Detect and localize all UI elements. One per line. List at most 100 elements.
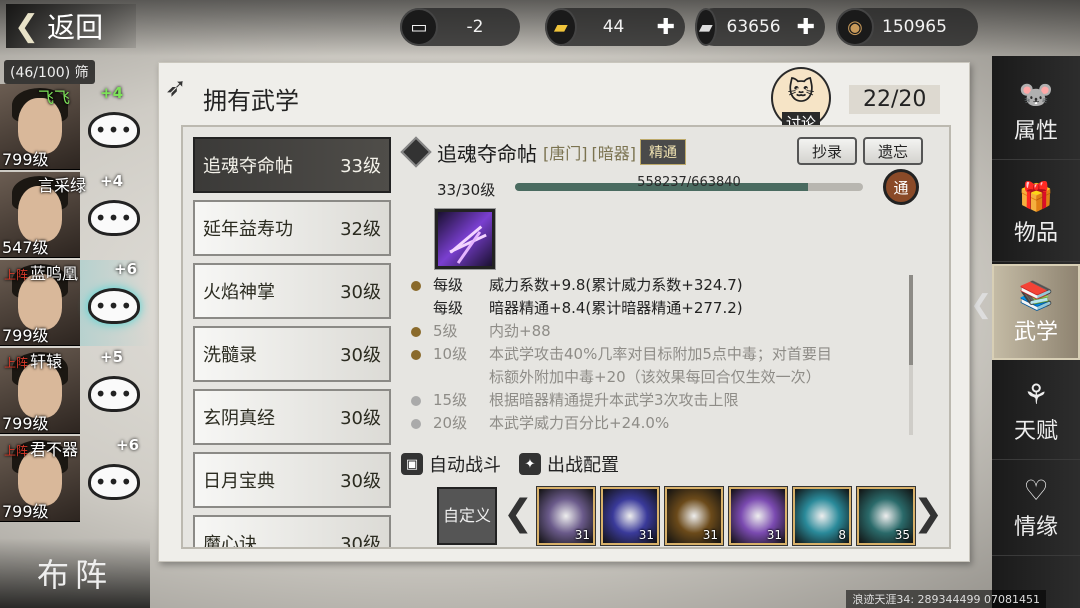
resource-value: -2 <box>466 17 484 37</box>
purple-flower-icon[interactable]: 31 <box>729 487 787 545</box>
hero-name: 君不器 <box>30 440 79 459</box>
hero-name: 轩辕 <box>30 352 63 371</box>
discuss-button[interactable]: 🐱 讨论 <box>771 67 831 133</box>
hero-name-row: 上阵 轩辕 <box>4 348 62 372</box>
chat-bubble-icon[interactable]: ••• <box>88 376 140 412</box>
skill-list-item[interactable]: 日月宝典 30级 <box>193 452 391 508</box>
slots-prev-arrow-icon[interactable]: ❮ <box>503 493 533 534</box>
skill-list[interactable]: 追魂夺命帖 33级 延年益寿功 32级 火焰神掌 30级 洗髓录 30级 玄阴真… <box>193 137 391 547</box>
skill-name: 追魂夺命帖 <box>203 156 293 177</box>
add-silver-button[interactable]: ✚ <box>797 15 815 40</box>
menu-items[interactable]: 🎁 物品 <box>992 166 1080 262</box>
hero-name-row: 上阵 君不器 <box>4 436 78 460</box>
menu-label: 物品 <box>1013 221 1058 246</box>
chat-bubble-icon[interactable]: ••• <box>88 200 140 236</box>
custom-config-button[interactable]: 自定义 <box>437 487 497 545</box>
skill-name: 日月宝典 <box>203 471 275 492</box>
hero-name: 蓝鸣凰 <box>30 264 79 283</box>
golden-blade-icon[interactable]: 31 <box>537 487 595 545</box>
slot-count: 31 <box>638 528 654 542</box>
right-menu: 🐭 属性 🎁 物品 📚 武学 ⚘ 天赋 ♡ 情缘 <box>992 56 1080 608</box>
hero-card[interactable]: 上阵 君不器 +6 799级 ••• <box>0 436 150 522</box>
effects-list[interactable]: 每级 威力系数+9.8(累计威力系数+324.7) 每级 暗器精通+8.4(累计… <box>409 275 919 435</box>
mastery-medal-icon[interactable]: 通 <box>883 169 919 205</box>
slot-count: 35 <box>894 528 910 542</box>
hero-level: 799级 <box>2 502 49 521</box>
mouse-icon: 🐭 <box>1018 78 1054 111</box>
skill-level: 33级 <box>340 156 381 177</box>
chat-bubble-icon[interactable]: ••• <box>88 112 140 148</box>
chevron-left-icon: ❮ <box>14 8 40 44</box>
battle-options-bar: ▣ 自动战斗 ✦ 出战配置 <box>401 449 941 479</box>
skill-level: 32级 <box>340 219 381 240</box>
slots-next-arrow-icon[interactable]: ❯ <box>913 493 943 534</box>
skill-list-item[interactable]: 延年益寿功 32级 <box>193 200 391 256</box>
effect-row: 20级 本武学威力百分比+24.0% <box>409 413 919 434</box>
menu-label: 属性 <box>1013 119 1058 144</box>
dark-blades-icon[interactable]: 31 <box>601 487 659 545</box>
chat-bubble-icon[interactable]: ••• <box>88 464 140 500</box>
auto-battle-label: 自动战斗 <box>429 455 501 476</box>
in-battle-tag: 上阵 <box>4 444 29 458</box>
skill-capacity: 22/20 <box>849 85 941 114</box>
gift-box-icon: 🎁 <box>1018 180 1054 213</box>
inner-panel: 追魂夺命帖 33级 延年益寿功 32级 火焰神掌 30级 洗髓录 30级 玄阴真… <box>181 125 951 549</box>
page-title: 拥有武学 <box>203 87 299 115</box>
auto-battle-toggle[interactable]: ▣ 自动战斗 <box>401 451 501 477</box>
menu-romance[interactable]: ♡ 情缘 <box>992 460 1080 556</box>
hero-card[interactable]: 飞飞 +4 799级 ••• <box>0 84 150 170</box>
throwing-blades-icon[interactable] <box>435 209 495 269</box>
grid-diamond-icon: ✦ <box>519 453 541 475</box>
team-count-filter[interactable]: (46/100) 筛 <box>4 60 95 84</box>
scrollbar-thumb[interactable] <box>909 275 913 365</box>
resource-value: 63656 <box>726 17 781 37</box>
slot-count: 31 <box>766 528 782 542</box>
effect-text: 标额外附加中毒+20（该效果每回合仅生效一次） <box>489 368 821 386</box>
skill-list-item[interactable]: 洗髓录 30级 <box>193 326 391 382</box>
warrior-icon[interactable]: 35 <box>857 487 915 545</box>
hero-bonus: +5 <box>100 348 124 366</box>
bullet-icon <box>411 396 421 406</box>
chat-bubble-icon[interactable]: ••• <box>88 288 140 324</box>
menu-attributes[interactable]: 🐭 属性 <box>992 64 1080 160</box>
effect-level: 每级 <box>433 299 464 317</box>
hero-bonus: +4 <box>100 172 124 190</box>
skill-level: 30级 <box>340 471 381 492</box>
hero-card[interactable]: 言采绿 +4 547级 ••• <box>0 172 150 258</box>
menu-label: 情缘 <box>1013 515 1058 540</box>
back-button[interactable]: ❮ 返回 <box>6 4 136 48</box>
menu-talent[interactable]: ⚘ 天赋 <box>992 364 1080 460</box>
hero-card[interactable]: 上阵 轩辕 +5 799级 ••• <box>0 348 150 434</box>
slot-count: 31 <box>574 528 590 542</box>
chevron-left-icon: ❮ <box>970 290 992 320</box>
effect-text: 内劲+88 <box>489 322 551 340</box>
battle-config-toggle[interactable]: ✦ 出战配置 <box>519 451 619 477</box>
light-burst-icon[interactable]: 8 <box>793 487 851 545</box>
hero-card[interactable]: 上阵 蓝鸣凰 +6 799级 ••• <box>0 260 150 346</box>
effects-scrollbar[interactable] <box>909 275 913 435</box>
hero-name-row: 上阵 蓝鸣凰 <box>4 260 78 284</box>
resource-gold: ▰ 44 ✚ <box>545 8 685 46</box>
forget-button[interactable]: 遗忘 <box>863 137 923 165</box>
battle-skill-slots: 31 31 31 31 8 35 <box>537 487 937 547</box>
formation-button[interactable]: 布阵 <box>0 538 150 608</box>
hero-column: (46/100) 筛 飞飞 +4 799级 ••• 言采绿 +4 547级 ••… <box>0 58 150 608</box>
copy-button[interactable]: 抄录 <box>797 137 857 165</box>
xp-text: 558237/663840 <box>637 175 741 190</box>
skill-list-item[interactable]: 火焰神掌 30级 <box>193 263 391 319</box>
resource-coin: ◉ 150965 <box>836 8 978 46</box>
skill-name: 魔心诀 <box>203 534 257 547</box>
battle-config-label: 出战配置 <box>547 455 619 476</box>
skill-detail: 追魂夺命帖 [唐门] [暗器] 精通 抄录 遗忘 33/30级 558237/6… <box>400 135 943 547</box>
skill-list-item[interactable]: 追魂夺命帖 33级 <box>193 137 391 193</box>
skill-name: 玄阴真经 <box>203 408 275 429</box>
menu-martial-arts[interactable]: 📚 武学 <box>992 264 1080 360</box>
skill-title: 追魂夺命帖 <box>437 141 537 166</box>
meditation-icon[interactable]: 31 <box>665 487 723 545</box>
resource-silver: ▰ 63656 ✚ <box>695 8 825 46</box>
skill-list-item[interactable]: 玄阴真经 30级 <box>193 389 391 445</box>
skill-list-item[interactable]: 魔心诀 30级 <box>193 515 391 547</box>
skill-name: 火焰神掌 <box>203 282 275 303</box>
add-gold-button[interactable]: ✚ <box>657 15 675 40</box>
hero-level: 799级 <box>2 414 49 433</box>
